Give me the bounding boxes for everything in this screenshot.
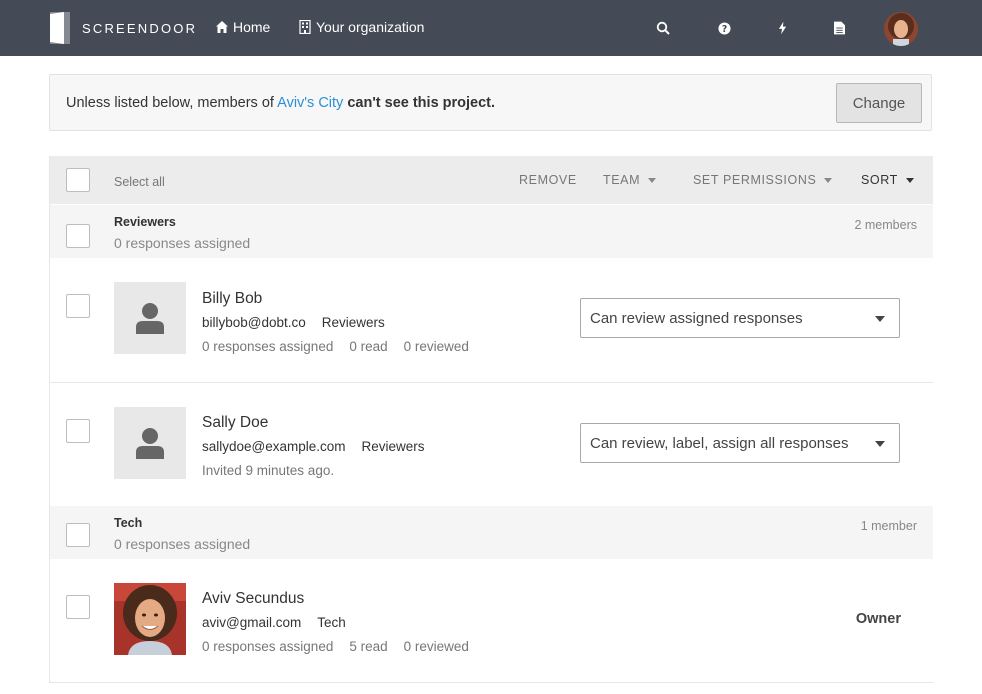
group-member-count: 2 members bbox=[854, 218, 917, 232]
avatar bbox=[114, 407, 186, 479]
member-assigned: 0 responses assigned bbox=[202, 639, 334, 654]
nav-home-label: Home bbox=[233, 19, 271, 35]
remove-button[interactable]: REMOVE bbox=[519, 173, 577, 187]
group-name: Reviewers bbox=[114, 215, 176, 229]
member-email: billybob@dobt.co bbox=[202, 315, 306, 330]
group-member-count: 1 member bbox=[860, 519, 917, 533]
member-team: Tech bbox=[317, 615, 346, 630]
owner-badge: Owner bbox=[855, 611, 901, 627]
top-navigation-bar: SCREENDOOR Home Your organization ? bbox=[0, 0, 982, 56]
group-checkbox[interactable] bbox=[66, 224, 90, 248]
group-name: Tech bbox=[114, 516, 143, 530]
nav-organization-label: Your organization bbox=[316, 19, 425, 35]
member-reviewed: 0 reviewed bbox=[403, 339, 469, 354]
member-email: aviv@gmail.com bbox=[202, 615, 302, 630]
help-icon[interactable]: ? bbox=[714, 18, 734, 38]
member-name: Aviv Secundus bbox=[202, 590, 305, 607]
chevron-down-icon bbox=[905, 177, 914, 183]
user-avatar[interactable] bbox=[884, 12, 918, 46]
member-checkbox[interactable] bbox=[66, 294, 90, 318]
person-placeholder-icon bbox=[136, 303, 164, 334]
permission-select[interactable]: Can review, label, assign all responses bbox=[580, 423, 900, 463]
chevron-down-icon bbox=[875, 441, 885, 447]
member-assigned: 0 responses assigned bbox=[202, 339, 334, 354]
team-group-tech: Tech 0 responses assigned 1 member bbox=[50, 506, 933, 559]
notice-emphasis: can't see this project. bbox=[347, 95, 496, 111]
notice-prefix: Unless listed below, members of bbox=[66, 95, 278, 111]
user-photo bbox=[114, 583, 186, 655]
member-name: Sally Doe bbox=[202, 414, 269, 431]
remove-label: REMOVE bbox=[519, 173, 577, 187]
member-checkbox[interactable] bbox=[66, 595, 90, 619]
sort-label: SORT bbox=[861, 173, 898, 187]
member-read: 5 read bbox=[349, 639, 388, 654]
search-icon[interactable] bbox=[653, 18, 673, 38]
person-placeholder-icon bbox=[136, 428, 164, 459]
chevron-down-icon bbox=[824, 177, 833, 183]
screendoor-logo[interactable]: SCREENDOOR bbox=[50, 12, 197, 44]
member-details: billybob@dobt.co Reviewers bbox=[202, 315, 385, 330]
permission-value: Can review assigned responses bbox=[590, 309, 803, 327]
member-team: Reviewers bbox=[361, 439, 425, 454]
nav-home-link[interactable]: Home bbox=[215, 19, 270, 35]
members-panel: Select all REMOVE TEAM SET PERMISSIONS S… bbox=[49, 156, 933, 683]
avatar bbox=[114, 583, 186, 655]
select-all-checkbox[interactable] bbox=[66, 168, 90, 192]
member-read: 0 read bbox=[349, 339, 388, 354]
svg-text:?: ? bbox=[721, 23, 726, 34]
member-stats: 0 responses assigned 0 read 0 reviewed bbox=[202, 339, 469, 354]
permission-select[interactable]: Can review assigned responses bbox=[580, 298, 900, 338]
permission-value: Can review, label, assign all responses bbox=[590, 434, 849, 452]
change-button[interactable]: Change bbox=[836, 83, 922, 123]
member-invited: Invited 9 minutes ago. bbox=[202, 463, 335, 478]
member-reviewed: 0 reviewed bbox=[403, 639, 469, 654]
home-icon bbox=[216, 21, 228, 33]
building-icon bbox=[299, 20, 311, 34]
project-visibility-notice: Unless listed below, members of Aviv's C… bbox=[49, 74, 932, 131]
team-group-reviewers: Reviewers 0 responses assigned 2 members bbox=[50, 205, 933, 258]
member-email: sallydoe@example.com bbox=[202, 439, 346, 454]
door-logo-icon bbox=[50, 12, 70, 44]
member-details: sallydoe@example.com Reviewers bbox=[202, 439, 425, 454]
member-invite-status: Invited 9 minutes ago. bbox=[202, 463, 334, 478]
lightning-icon[interactable] bbox=[772, 18, 792, 38]
sort-dropdown[interactable]: SORT bbox=[861, 173, 914, 187]
group-assigned: 0 responses assigned bbox=[114, 235, 251, 251]
team-label: TEAM bbox=[603, 173, 641, 187]
document-icon[interactable] bbox=[829, 18, 849, 38]
group-assigned: 0 responses assigned bbox=[114, 536, 251, 552]
bulk-actions-toolbar: Select all REMOVE TEAM SET PERMISSIONS S… bbox=[50, 156, 933, 204]
nav-organization-link[interactable]: Your organization bbox=[298, 19, 424, 35]
brand-name: SCREENDOOR bbox=[82, 20, 198, 36]
member-details: aviv@gmail.com Tech bbox=[202, 615, 346, 630]
set-permissions-dropdown[interactable]: SET PERMISSIONS bbox=[693, 173, 833, 187]
member-row: Sally Doe sallydoe@example.com Reviewers… bbox=[50, 383, 933, 506]
group-checkbox[interactable] bbox=[66, 523, 90, 547]
team-dropdown[interactable]: TEAM bbox=[603, 173, 657, 187]
member-checkbox[interactable] bbox=[66, 419, 90, 443]
member-stats: 0 responses assigned 5 read 0 reviewed bbox=[202, 639, 469, 654]
member-row: Billy Bob billybob@dobt.co Reviewers 0 r… bbox=[50, 258, 933, 383]
organization-link[interactable]: Aviv's City bbox=[277, 95, 343, 111]
member-team: Reviewers bbox=[321, 315, 385, 330]
member-name: Billy Bob bbox=[202, 290, 263, 307]
set-permissions-label: SET PERMISSIONS bbox=[693, 173, 817, 187]
notice-text: Unless listed below, members of Aviv's C… bbox=[66, 95, 495, 111]
avatar bbox=[114, 282, 186, 354]
member-row: Aviv Secundus aviv@gmail.com Tech 0 resp… bbox=[50, 559, 933, 682]
chevron-down-icon bbox=[875, 316, 885, 322]
select-all-label[interactable]: Select all bbox=[114, 175, 165, 189]
chevron-down-icon bbox=[648, 177, 657, 183]
